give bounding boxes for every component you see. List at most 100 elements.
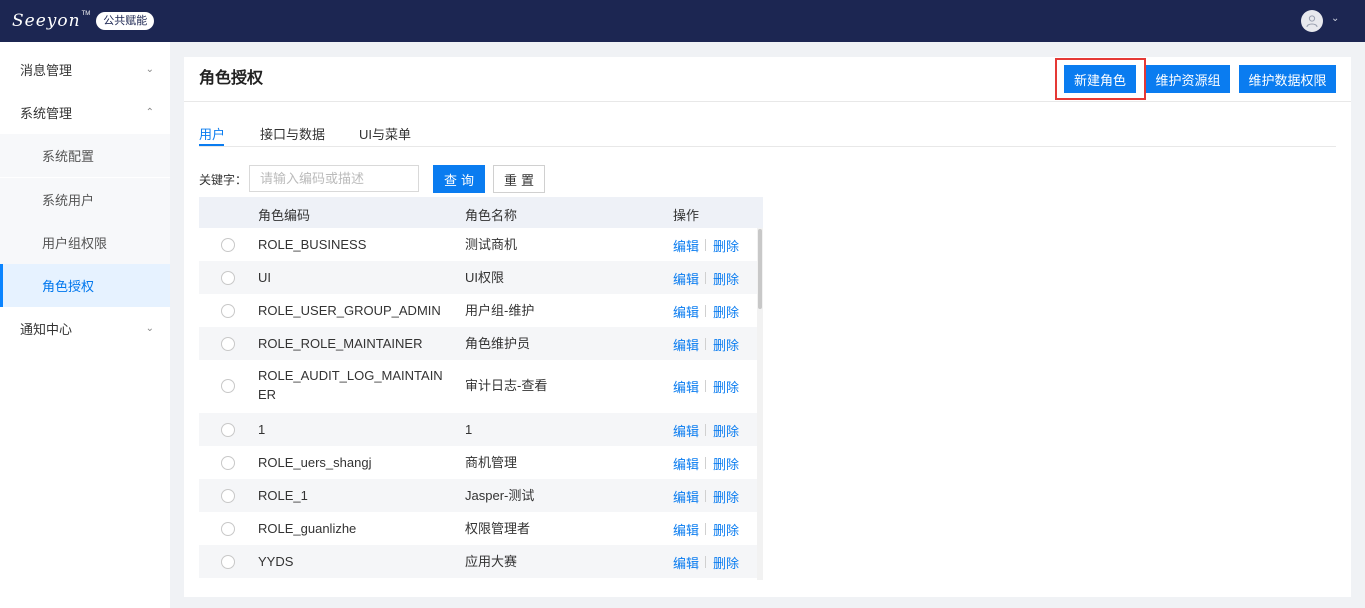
roles-table: 角色编码 角色名称 操作 ROLE_BUSINESS 测试商机 编辑 删除 UI… <box>199 197 763 580</box>
table-row[interactable]: YYDS 应用大赛 编辑 删除 <box>199 545 757 578</box>
tab-users[interactable]: 用户 <box>199 124 225 143</box>
table-row[interactable]: UI UI权限 编辑 删除 <box>199 261 757 294</box>
role-name-cell: 角色维护员 <box>465 336 531 351</box>
action-separator <box>705 556 706 568</box>
top-navigation-bar: Seeyon TM 公共赋能 ⌄ <box>0 0 1365 42</box>
role-code-cell: YYDS <box>258 554 294 569</box>
sidebar-item-message-management[interactable]: 消息管理 ⌄ <box>0 48 170 91</box>
page-title: 角色授权 <box>199 70 264 87</box>
role-name-cell: 1 <box>465 422 473 437</box>
table-scrollbar-thumb[interactable] <box>758 229 762 309</box>
role-code-cell: ROLE_1 <box>258 488 308 503</box>
column-header-role-name: 角色名称 <box>465 208 518 223</box>
role-code-cell: ROLE_BUSINESS <box>258 237 367 252</box>
row-select-radio[interactable] <box>221 238 235 252</box>
role-name-cell: 商机管理 <box>465 455 518 470</box>
sidebar-subitem-system-users[interactable]: 系统用户 <box>0 178 170 221</box>
sidebar-item-system-management[interactable]: 系统管理 ⌃ <box>0 91 170 134</box>
row-select-radio[interactable] <box>221 456 235 470</box>
tab-ui-and-menu[interactable]: UI与菜单 <box>359 124 411 143</box>
row-select-radio[interactable] <box>221 555 235 569</box>
role-name-cell: UI权限 <box>465 270 505 285</box>
edit-link[interactable]: 编辑 <box>673 454 699 473</box>
delete-link[interactable]: 删除 <box>713 269 739 288</box>
action-separator <box>705 305 706 317</box>
edit-link[interactable]: 编辑 <box>673 553 699 572</box>
sidebar-subitem-user-group-permissions[interactable]: 用户组权限 <box>0 221 170 264</box>
action-separator <box>705 523 706 535</box>
column-header-actions: 操作 <box>673 208 700 223</box>
sidebar-subitem-system-config[interactable]: 系统配置 <box>0 134 170 177</box>
chevron-down-icon[interactable]: ⌄ <box>1331 13 1339 24</box>
maintain-resource-group-button[interactable]: 维护资源组 <box>1146 65 1230 93</box>
row-select-radio[interactable] <box>221 522 235 536</box>
edit-link[interactable]: 编辑 <box>673 520 699 539</box>
sidebar-item-label: 系统用户 <box>42 193 95 208</box>
edit-link[interactable]: 编辑 <box>673 335 699 354</box>
role-name-cell: 权限管理者 <box>465 521 531 536</box>
edit-link[interactable]: 编辑 <box>673 421 699 440</box>
user-icon <box>1306 15 1318 28</box>
table-row[interactable]: ROLE_BUSINESS 测试商机 编辑 删除 <box>199 228 757 261</box>
tab-api-and-data[interactable]: 接口与数据 <box>260 124 325 143</box>
sidebar-item-label: 系统管理 <box>20 106 73 121</box>
delete-link[interactable]: 删除 <box>713 520 739 539</box>
row-select-radio[interactable] <box>221 337 235 351</box>
sidebar-item-notification-center[interactable]: 通知中心 ⌄ <box>0 307 170 350</box>
action-separator <box>705 338 706 350</box>
table-row[interactable]: ROLE_guanlizhe 权限管理者 编辑 删除 <box>199 512 757 545</box>
action-separator <box>705 490 706 502</box>
table-row[interactable]: 1 1 编辑 删除 <box>199 413 757 446</box>
logo-text: Seeyon <box>12 11 81 31</box>
maintain-data-permission-button[interactable]: 维护数据权限 <box>1239 65 1336 93</box>
logo-trademark: TM <box>81 11 91 17</box>
role-code-cell: UI <box>258 270 271 285</box>
delete-link[interactable]: 删除 <box>713 335 739 354</box>
edit-link[interactable]: 编辑 <box>673 377 699 396</box>
role-name-cell: 应用大赛 <box>465 554 518 569</box>
reset-button[interactable]: 重置 <box>493 165 545 193</box>
sidebar-item-label: 消息管理 <box>20 63 73 78</box>
table-row[interactable]: ROLE_uers_shangj 商机管理 编辑 删除 <box>199 446 757 479</box>
keyword-search-input[interactable] <box>249 165 419 192</box>
edit-link[interactable]: 编辑 <box>673 302 699 321</box>
query-button[interactable]: 查询 <box>433 165 485 193</box>
delete-link[interactable]: 删除 <box>713 487 739 506</box>
action-separator <box>705 424 706 436</box>
column-header-role-code: 角色编码 <box>258 208 311 223</box>
delete-link[interactable]: 删除 <box>713 553 739 572</box>
role-code-cell: ROLE_uers_shangj <box>258 455 372 470</box>
highlight-frame <box>1055 58 1146 100</box>
row-select-radio[interactable] <box>221 423 235 437</box>
sidebar-item-label: 通知中心 <box>20 322 73 337</box>
delete-link[interactable]: 删除 <box>713 454 739 473</box>
role-name-cell: 测试商机 <box>465 237 518 252</box>
tabs-divider <box>199 146 1336 147</box>
row-select-radio[interactable] <box>221 271 235 285</box>
main-content-card: 角色授权 新建角色 维护资源组 维护数据权限 用户 接口与数据 UI与菜单 关键… <box>184 57 1351 597</box>
delete-link[interactable]: 删除 <box>713 302 739 321</box>
role-name-cell: 审计日志-查看 <box>465 378 548 393</box>
delete-link[interactable]: 删除 <box>713 236 739 255</box>
table-row[interactable]: ROLE_AUDIT_LOG_MAINTAINER 审计日志-查看 编辑 删除 <box>199 360 757 413</box>
sidebar-subitem-role-authorization[interactable]: 角色授权 <box>0 264 170 307</box>
delete-link[interactable]: 删除 <box>713 421 739 440</box>
seeyon-logo[interactable]: Seeyon TM 公共赋能 <box>12 9 155 33</box>
edit-link[interactable]: 编辑 <box>673 236 699 255</box>
chevron-down-icon: ⌄ <box>145 323 154 334</box>
sidebar: 消息管理 ⌄ 系统管理 ⌃ 系统配置 系统用户 用户组权限 角色授权 通知中心 … <box>0 42 170 608</box>
action-separator <box>705 239 706 251</box>
edit-link[interactable]: 编辑 <box>673 487 699 506</box>
action-separator <box>705 457 706 469</box>
table-row[interactable]: ROLE_ROLE_MAINTAINER 角色维护员 编辑 删除 <box>199 327 757 360</box>
delete-link[interactable]: 删除 <box>713 377 739 396</box>
user-avatar[interactable] <box>1301 10 1323 32</box>
edit-link[interactable]: 编辑 <box>673 269 699 288</box>
row-select-radio[interactable] <box>221 489 235 503</box>
role-code-cell: ROLE_ROLE_MAINTAINER <box>258 336 423 351</box>
row-select-radio[interactable] <box>221 304 235 318</box>
table-row[interactable]: ROLE_USER_GROUP_ADMIN 用户组-维护 编辑 删除 <box>199 294 757 327</box>
product-badge: 公共赋能 <box>96 12 155 30</box>
row-select-radio[interactable] <box>221 379 235 393</box>
table-row[interactable]: ROLE_1 Jasper-测试 编辑 删除 <box>199 479 757 512</box>
